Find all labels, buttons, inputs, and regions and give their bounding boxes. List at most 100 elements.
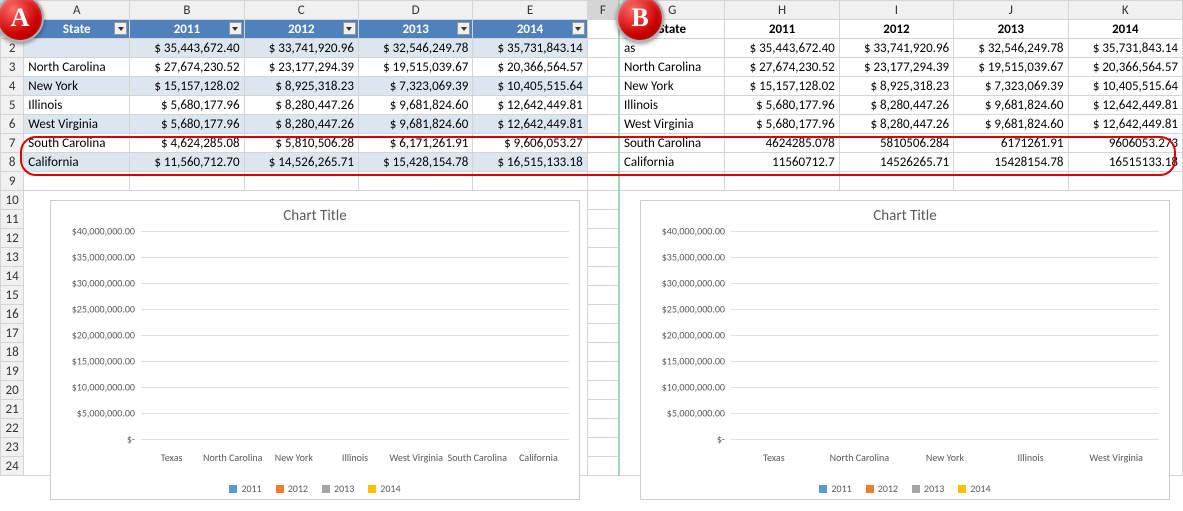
cell[interactable] (725, 172, 839, 191)
cell[interactable]: $ 9,606,053.27 (473, 134, 587, 153)
cell[interactable] (587, 39, 619, 58)
cell[interactable]: $ 5,810,506.28 (244, 134, 358, 153)
cell[interactable] (587, 153, 619, 172)
col-header-e[interactable]: E (473, 1, 587, 20)
cell[interactable]: $ 12,642,449.81 (473, 115, 587, 134)
tableA-header-2013[interactable]: 2013 (358, 20, 472, 39)
cell[interactable]: $ 7,323,069.39 (954, 77, 1068, 96)
cell[interactable]: $ 35,443,672.40 (130, 39, 244, 58)
row-header[interactable]: 20 (1, 381, 24, 400)
tableB-header-2013[interactable]: 2013 (954, 20, 1068, 39)
cell[interactable]: $ 9,681,824.60 (954, 115, 1068, 134)
tableA-header-2014[interactable]: 2014 (473, 20, 587, 39)
cell[interactable]: 14526265.71 (839, 153, 953, 172)
col-header-h[interactable]: H (725, 1, 839, 20)
cell[interactable]: $ 7,323,069.39 (358, 77, 472, 96)
cell[interactable] (24, 172, 130, 191)
filter-dropdown-icon[interactable] (229, 22, 242, 35)
cell[interactable]: North Carolina (619, 58, 725, 77)
cell[interactable]: $ 35,731,843.14 (473, 39, 587, 58)
cell[interactable] (839, 172, 953, 191)
chart-right[interactable]: Chart Title $-$5,000,000.00$10,000,000.0… (640, 200, 1170, 500)
cell[interactable]: $ 16,515,133.18 (473, 153, 587, 172)
cell[interactable]: California (619, 153, 725, 172)
row-header[interactable]: 10 (1, 191, 24, 210)
cell[interactable] (587, 419, 619, 438)
col-header-c[interactable]: C (244, 1, 358, 20)
cell[interactable] (587, 115, 619, 134)
tableB-header-2011[interactable]: 2011 (725, 20, 839, 39)
row-header[interactable]: 19 (1, 362, 24, 381)
cell[interactable]: $ 8,925,318.23 (839, 77, 953, 96)
cell[interactable] (587, 362, 619, 381)
col-header-k[interactable]: K (1068, 1, 1183, 20)
filter-dropdown-icon[interactable] (457, 22, 470, 35)
cell[interactable] (954, 172, 1068, 191)
tableA-header-2012[interactable]: 2012 (244, 20, 358, 39)
cell[interactable] (587, 134, 619, 153)
cell[interactable] (587, 172, 619, 191)
cell[interactable]: $ 23,177,294.39 (839, 58, 953, 77)
cell[interactable]: $ 12,642,449.81 (1068, 96, 1183, 115)
cell[interactable] (587, 248, 619, 267)
filter-dropdown-icon[interactable] (114, 22, 127, 35)
cell[interactable]: 4624285.078 (725, 134, 839, 153)
cell[interactable]: $ 15,157,128.02 (130, 77, 244, 96)
cell[interactable] (587, 286, 619, 305)
filter-dropdown-icon[interactable] (343, 22, 356, 35)
cell[interactable]: 9606053.273 (1068, 134, 1183, 153)
chart-left[interactable]: Chart Title $-$5,000,000.00$10,000,000.0… (50, 200, 580, 500)
cell[interactable] (587, 400, 619, 419)
tableB-header-2014[interactable]: 2014 (1068, 20, 1183, 39)
row-header[interactable]: 14 (1, 267, 24, 286)
cell[interactable]: $ 27,674,230.52 (130, 58, 244, 77)
cell[interactable] (587, 20, 619, 39)
cell[interactable] (1068, 172, 1183, 191)
row-header[interactable]: 22 (1, 419, 24, 438)
cell[interactable]: $ 20,366,564.57 (1068, 58, 1183, 77)
cell[interactable]: $ 35,443,672.40 (725, 39, 839, 58)
cell[interactable]: Illinois (24, 96, 130, 115)
cell[interactable]: $ 9,681,824.60 (358, 115, 472, 134)
cell[interactable]: $ 11,560,712.70 (130, 153, 244, 172)
cell[interactable] (587, 267, 619, 286)
cell[interactable] (587, 191, 619, 210)
cell[interactable]: California (24, 153, 130, 172)
cell[interactable] (587, 343, 619, 362)
row-header[interactable]: 7 (1, 134, 24, 153)
cell[interactable]: $ 4,624,285.08 (130, 134, 244, 153)
cell[interactable]: $ 8,280,447.26 (244, 115, 358, 134)
cell[interactable]: $ 33,741,920.96 (244, 39, 358, 58)
cell[interactable] (130, 172, 244, 191)
cell[interactable] (587, 438, 619, 457)
cell[interactable]: $ 5,680,177.96 (130, 96, 244, 115)
cell[interactable] (587, 96, 619, 115)
cell[interactable] (358, 172, 472, 191)
row-header[interactable]: 21 (1, 400, 24, 419)
cell[interactable]: $ 19,515,039.67 (954, 58, 1068, 77)
cell[interactable]: $ 9,681,824.60 (358, 96, 472, 115)
cell[interactable]: South Carolina (619, 134, 725, 153)
row-header[interactable]: 16 (1, 305, 24, 324)
cell[interactable]: West Virginia (619, 115, 725, 134)
cell[interactable]: $ 12,642,449.81 (1068, 115, 1183, 134)
cell[interactable]: Illinois (619, 96, 725, 115)
row-header[interactable]: 17 (1, 324, 24, 343)
cell[interactable] (587, 58, 619, 77)
cell[interactable]: $ 5,680,177.96 (130, 115, 244, 134)
col-header-i[interactable]: I (839, 1, 953, 20)
cell[interactable] (587, 324, 619, 343)
cell[interactable]: $ 6,171,261.91 (358, 134, 472, 153)
cell[interactable]: $ 32,546,249.78 (954, 39, 1068, 58)
col-header-d[interactable]: D (358, 1, 472, 20)
cell[interactable]: 6171261.91 (954, 134, 1068, 153)
cell[interactable]: $ 9,681,824.60 (954, 96, 1068, 115)
filter-dropdown-icon[interactable] (572, 22, 585, 35)
cell[interactable]: $ 8,280,447.26 (244, 96, 358, 115)
row-header[interactable]: 6 (1, 115, 24, 134)
col-header-j[interactable]: J (954, 1, 1068, 20)
cell[interactable] (244, 172, 358, 191)
cell[interactable]: $ 15,157,128.02 (725, 77, 839, 96)
col-header-b[interactable]: B (130, 1, 244, 20)
cell[interactable]: 16515133.18 (1068, 153, 1183, 172)
